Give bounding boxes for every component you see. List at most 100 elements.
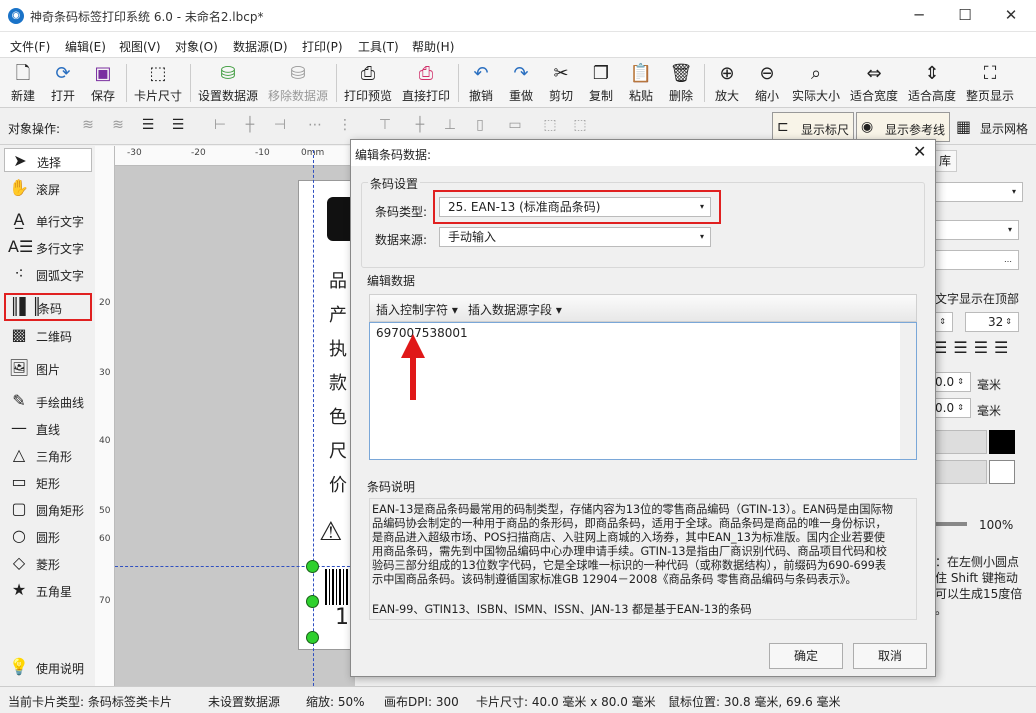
delete-button[interactable]: 🗑 删除 [664, 60, 698, 106]
font-size-spin[interactable]: 32 ⇕ [965, 312, 1019, 332]
menu-help[interactable]: 帮助(H) [412, 38, 454, 55]
tool-round-rect[interactable]: ▢ 圆角矩形 [4, 497, 92, 521]
card-text[interactable]: 产 [329, 301, 347, 327]
card-text[interactable]: 价 [329, 471, 347, 497]
maximize-button[interactable]: ☐ [942, 0, 988, 32]
tool-help[interactable]: 💡 使用说明 [4, 655, 92, 679]
same-width-icon[interactable]: ▯ [470, 117, 490, 137]
align-right-icon[interactable]: ⊣ [270, 117, 290, 137]
same-height-icon[interactable]: ▭ [505, 117, 525, 137]
card-text[interactable]: 尺 [329, 437, 347, 463]
card-text[interactable]: 品 [329, 267, 347, 293]
layer-up-icon[interactable]: ≋ [78, 117, 98, 137]
layer-top-icon[interactable]: ☰ [138, 117, 158, 137]
menu-object[interactable]: 对象(O) [175, 38, 218, 55]
text-align-group[interactable]: ☰☰☰☰ [933, 338, 1023, 360]
copy-button[interactable]: ❐ 复制 [584, 60, 618, 106]
prop-dropdown[interactable]: ▾ [933, 220, 1019, 240]
opacity-slider[interactable] [933, 522, 967, 526]
description-scrollbar[interactable] [900, 499, 916, 619]
undo-button[interactable]: ↶ 撤销 [464, 60, 498, 106]
resize-handle[interactable] [306, 631, 319, 644]
card-text[interactable]: 执 [329, 335, 347, 361]
card-text[interactable]: 款 [329, 369, 347, 395]
new-button[interactable]: 🗋 新建 [6, 60, 40, 106]
tool-rect[interactable]: ▭ 矩形 [4, 470, 92, 494]
tool-multi-text[interactable]: A☰ 多行文字 [4, 235, 92, 259]
minimize-button[interactable]: ─ [896, 0, 942, 32]
group-icon[interactable]: ⬚ [540, 117, 560, 137]
fg-color-swatch[interactable] [989, 430, 1015, 454]
align-middle-icon[interactable]: ┼ [410, 117, 430, 137]
distribute-h-icon[interactable]: ⋯ [305, 117, 325, 137]
fit-height-button[interactable]: ⇕ 适合高度 [906, 60, 958, 106]
offset-y-spin[interactable]: 0.0 ⇕ [933, 398, 971, 418]
resize-handle[interactable] [306, 560, 319, 573]
align-left-icon[interactable]: ⊢ [210, 117, 230, 137]
tool-barcode[interactable]: ║▌║ 条码 [4, 293, 92, 321]
redo-button[interactable]: ↷ 重做 [504, 60, 538, 106]
fit-page-button[interactable]: ⛶ 整页显示 [964, 60, 1016, 106]
show-ruler-toggle[interactable]: ⊏ 显示标尺 [772, 112, 854, 142]
align-bottom-icon[interactable]: ⊥ [440, 117, 460, 137]
label-card[interactable]: 品 产 执 款 色 尺 价 ⚠ 1 [298, 180, 367, 650]
bg-color-button[interactable] [933, 460, 987, 484]
zoom-in-button[interactable]: ⊕ 放大 [710, 60, 744, 106]
tool-scroll[interactable]: ✋ 滚屏 [4, 176, 92, 200]
tool-qrcode[interactable]: ▩ 二维码 [4, 323, 92, 347]
tool-star[interactable]: ★ 五角星 [4, 578, 92, 602]
barcode-type-select[interactable]: 25. EAN-13 (标准商品条码) ▾ [439, 197, 711, 217]
resize-handle[interactable] [306, 595, 319, 608]
print-direct-button[interactable]: ⎙ 直接打印 [400, 60, 452, 106]
align-center-icon[interactable]: ┼ [240, 117, 260, 137]
card-text[interactable]: 色 [329, 403, 347, 429]
bg-color-swatch[interactable] [989, 460, 1015, 484]
prop-dropdown[interactable]: ▾ [933, 182, 1023, 202]
ok-button[interactable]: 确定 [769, 643, 843, 669]
tool-image[interactable]: 🖼 图片 [4, 356, 92, 380]
layer-down-icon[interactable]: ≋ [108, 117, 128, 137]
actual-size-button[interactable]: ⌕ 实际大小 [790, 60, 842, 106]
show-guides-toggle[interactable]: ◉ 显示参考线 [856, 112, 950, 142]
cut-button[interactable]: ✂ 剪切 [544, 60, 578, 106]
tool-freehand[interactable]: ✎ 手绘曲线 [4, 389, 92, 413]
close-icon[interactable]: ✕ [913, 142, 926, 161]
insert-field-button[interactable]: 插入数据源字段 ▾ [468, 301, 562, 318]
menu-view[interactable]: 视图(V) [119, 38, 161, 55]
menu-tools[interactable]: 工具(T) [358, 38, 399, 55]
insert-control-char-button[interactable]: 插入控制字符 ▾ [376, 301, 458, 318]
card-size-button[interactable]: ⬚ 卡片尺寸 [132, 60, 184, 106]
open-button[interactable]: ⟳ 打开 [46, 60, 80, 106]
tab-library[interactable]: 库 [933, 150, 957, 172]
data-source-select[interactable]: 手动输入 ▾ [439, 227, 711, 247]
menu-edit[interactable]: 编辑(E) [65, 38, 106, 55]
tool-line[interactable]: — 直线 [4, 416, 92, 440]
print-preview-button[interactable]: ⎙ 打印预览 [342, 60, 394, 106]
tool-triangle[interactable]: △ 三角形 [4, 443, 92, 467]
tool-circle[interactable]: ○ 圆形 [4, 524, 92, 548]
barcode-data-textarea[interactable]: 697007538001 [369, 322, 917, 460]
remove-datasource-button[interactable]: ⛁ 移除数据源 [266, 60, 330, 106]
fg-color-button[interactable] [933, 430, 987, 454]
menu-datasource[interactable]: 数据源(D) [233, 38, 288, 55]
paste-button[interactable]: 📋 粘贴 [624, 60, 658, 106]
zoom-out-button[interactable]: ⊖ 缩小 [750, 60, 784, 106]
menu-file[interactable]: 文件(F) [10, 38, 50, 55]
fit-width-button[interactable]: ⇔ 适合宽度 [848, 60, 900, 106]
ungroup-icon[interactable]: ⬚ [570, 117, 590, 137]
tool-single-text[interactable]: A̲ 单行文字 [4, 208, 92, 232]
prop-field[interactable]: … [933, 250, 1019, 270]
tool-diamond[interactable]: ◇ 菱形 [4, 551, 92, 575]
show-grid-toggle[interactable]: ▦ 显示网格 [954, 112, 1034, 142]
align-top-icon[interactable]: ⊤ [375, 117, 395, 137]
offset-x-spin[interactable]: 0.0 ⇕ [933, 372, 971, 392]
textarea-scrollbar[interactable] [900, 323, 916, 459]
tool-arc-text[interactable]: ⁖ 圆弧文字 [4, 262, 92, 286]
distribute-v-icon[interactable]: ⋮ [335, 117, 355, 137]
close-window-button[interactable]: ✕ [988, 0, 1034, 32]
set-datasource-button[interactable]: ⛁ 设置数据源 [196, 60, 260, 106]
layer-bottom-icon[interactable]: ☰ [168, 117, 188, 137]
save-button[interactable]: ▣ 保存 [86, 60, 120, 106]
menu-print[interactable]: 打印(P) [302, 38, 343, 55]
cancel-button[interactable]: 取消 [853, 643, 927, 669]
